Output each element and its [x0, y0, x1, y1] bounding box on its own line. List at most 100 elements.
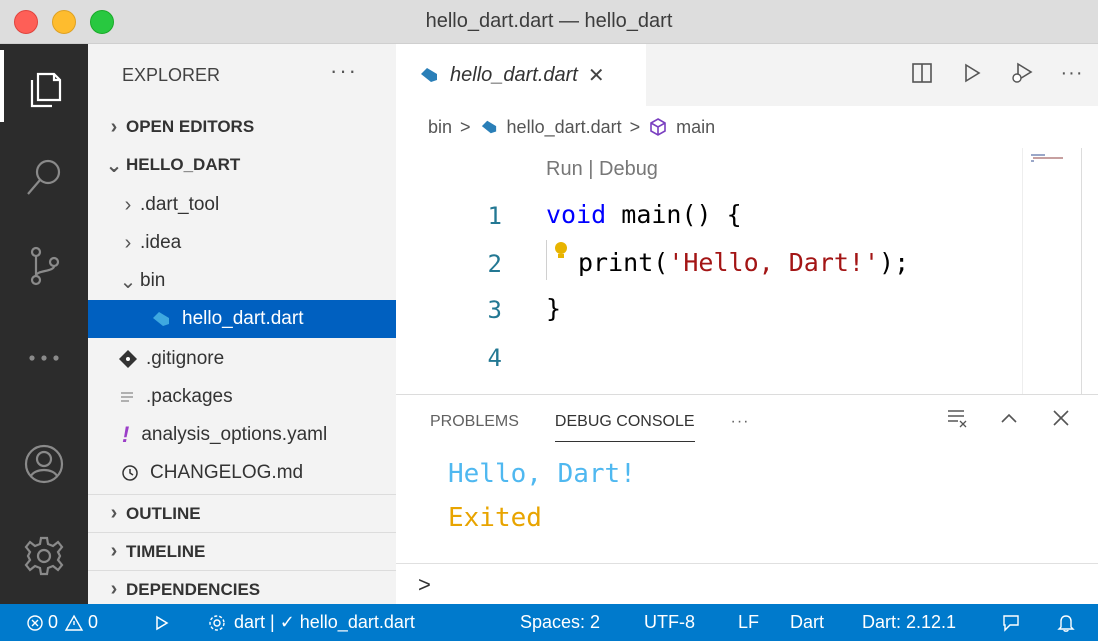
tree-item-label: .dart_tool [140, 194, 220, 215]
launch-config-label: dart | ✓ hello_dart.dart [234, 612, 415, 632]
encoding-status[interactable]: UTF-8 [644, 604, 695, 641]
breadcrumb-file[interactable]: hello_dart.dart [507, 117, 622, 138]
codelens-run-debug[interactable]: Run | Debug [546, 158, 658, 181]
tree-item-analysis-options[interactable]: ! analysis_options.yaml [88, 416, 396, 454]
tab-hello-dart[interactable]: hello_dart.dart ✕ [396, 44, 646, 106]
search-activity-button[interactable] [0, 142, 88, 214]
tree-item-gitignore[interactable]: .gitignore [88, 340, 396, 378]
explorer-activity-button[interactable] [0, 50, 88, 122]
code-line-2: print('Hello, Dart!'); [578, 248, 909, 277]
status-bar: 0 0 dart | ✓ hello_dart.dart Spaces: 2 U… [0, 604, 1098, 641]
tab-debug-console[interactable]: DEBUG CONSOLE [554, 413, 695, 442]
activity-bar [0, 44, 88, 604]
accounts-activity-button[interactable] [0, 428, 88, 500]
breadcrumb-symbol[interactable]: main [676, 117, 715, 138]
tree-item-label: hello_dart.dart [182, 308, 304, 329]
section-label: DEPENDENCIES [126, 579, 261, 599]
explorer-header: EXPLORER ··· [88, 44, 396, 106]
panel-more-button[interactable]: ··· [731, 413, 750, 442]
chevron-right-icon: › [110, 578, 118, 600]
chevron-right-icon: › [124, 193, 132, 216]
breadcrumb: bin > hello_dart.dart > main [396, 106, 1098, 148]
debug-button[interactable] [1008, 58, 1036, 88]
tree-item-label: analysis_options.yaml [141, 424, 328, 445]
section-dependencies[interactable]: › DEPENDENCIES [88, 570, 396, 604]
explorer-title: EXPLORER [122, 64, 221, 85]
gear-icon [24, 536, 64, 576]
console-output-line: Exited [448, 503, 542, 533]
tree-item-label: .gitignore [146, 348, 225, 369]
run-status-button[interactable] [154, 604, 170, 641]
title-bar: hello_dart.dart — hello_dart [0, 0, 1098, 44]
source-control-activity-button[interactable] [0, 230, 88, 302]
explorer-more-button[interactable]: ··· [330, 58, 358, 84]
string-literal: 'Hello, Dart!' [668, 248, 880, 277]
split-editor-button[interactable] [908, 58, 936, 88]
debug-gear-icon [209, 614, 225, 631]
section-outline[interactable]: › OUTLINE [88, 494, 396, 532]
breadcrumb-folder[interactable]: bin [428, 117, 452, 138]
minimap-line [1033, 157, 1063, 159]
indentation-status[interactable]: Spaces: 2 [520, 604, 600, 641]
account-icon [24, 444, 64, 484]
indent-guide [546, 240, 547, 280]
minimap-line [1031, 160, 1034, 162]
console-output-line: Hello, Dart! [448, 459, 636, 489]
lightbulb-icon[interactable] [552, 240, 570, 264]
close-icon[interactable] [1050, 407, 1072, 429]
tree-item-hello-dart[interactable]: hello_dart.dart [88, 300, 396, 338]
clear-console-icon[interactable] [946, 407, 968, 429]
code-text: print( [578, 248, 669, 277]
minimap[interactable] [1022, 148, 1082, 394]
editor-scrollbar[interactable] [1082, 148, 1098, 394]
tab-problems[interactable]: PROBLEMS [430, 413, 519, 442]
error-icon [27, 614, 43, 631]
code-line-3: } [546, 294, 562, 323]
run-button[interactable] [958, 58, 986, 88]
language-mode-status[interactable]: Dart [790, 604, 824, 641]
git-file-icon [119, 350, 137, 368]
section-project[interactable]: ⌄ HELLO_DART [88, 146, 396, 184]
line-number: 4 [487, 344, 502, 372]
feedback-button[interactable] [1000, 604, 1022, 641]
tree-item-label: CHANGELOG.md [150, 462, 304, 483]
feedback-icon [1003, 614, 1019, 632]
console-input[interactable]: > [396, 563, 1098, 605]
keyword: void [546, 200, 607, 229]
warning-icon [64, 614, 84, 631]
launch-config-status[interactable]: dart | ✓ hello_dart.dart [206, 604, 415, 641]
section-label: OPEN EDITORS [126, 117, 255, 136]
sdk-version-status[interactable]: Dart: 2.12.1 [862, 604, 956, 641]
tree-item-dart-tool[interactable]: › .dart_tool [88, 186, 396, 224]
console-prompt: > [418, 571, 431, 597]
explorer-sidebar: EXPLORER ··· › OPEN EDITORS ⌄ HELLO_DART… [88, 44, 396, 604]
tree-item-changelog[interactable]: CHANGELOG.md [88, 454, 396, 492]
tree-item-packages[interactable]: .packages [88, 378, 396, 416]
code-editor[interactable]: Run | Debug 1 2 3 4 void main() { print(… [396, 148, 1098, 394]
dart-file-icon [153, 312, 169, 326]
notifications-button[interactable] [1056, 604, 1076, 641]
search-icon [27, 159, 61, 195]
yaml-file-icon: ! [122, 422, 130, 447]
more-actions-button[interactable]: ··· [1058, 58, 1086, 88]
files-icon [30, 72, 62, 108]
section-timeline[interactable]: › TIMELINE [88, 532, 396, 570]
breadcrumb-separator: > [629, 116, 641, 137]
more-activity-button[interactable] [0, 322, 88, 394]
section-label: TIMELINE [126, 541, 206, 561]
tree-item-bin[interactable]: ⌄ bin [88, 262, 396, 300]
section-label: HELLO_DART [126, 155, 241, 174]
tree-item-idea[interactable]: › .idea [88, 224, 396, 262]
panel-tabs: PROBLEMS DEBUG CONSOLE ··· [430, 413, 750, 442]
tree-item-label: .idea [140, 232, 182, 253]
window-title: hello_dart.dart — hello_dart [425, 10, 673, 32]
dart-file-icon [481, 120, 496, 134]
eol-status[interactable]: LF [738, 604, 759, 641]
chevron-right-icon: › [124, 231, 132, 254]
chevron-right-icon: › [110, 115, 118, 138]
chevron-up-icon[interactable] [998, 407, 1020, 429]
manage-activity-button[interactable] [0, 520, 88, 592]
close-tab-button[interactable]: ✕ [588, 63, 605, 88]
problems-status[interactable]: 0 0 [26, 604, 98, 641]
section-open-editors[interactable]: › OPEN EDITORS [88, 108, 396, 146]
